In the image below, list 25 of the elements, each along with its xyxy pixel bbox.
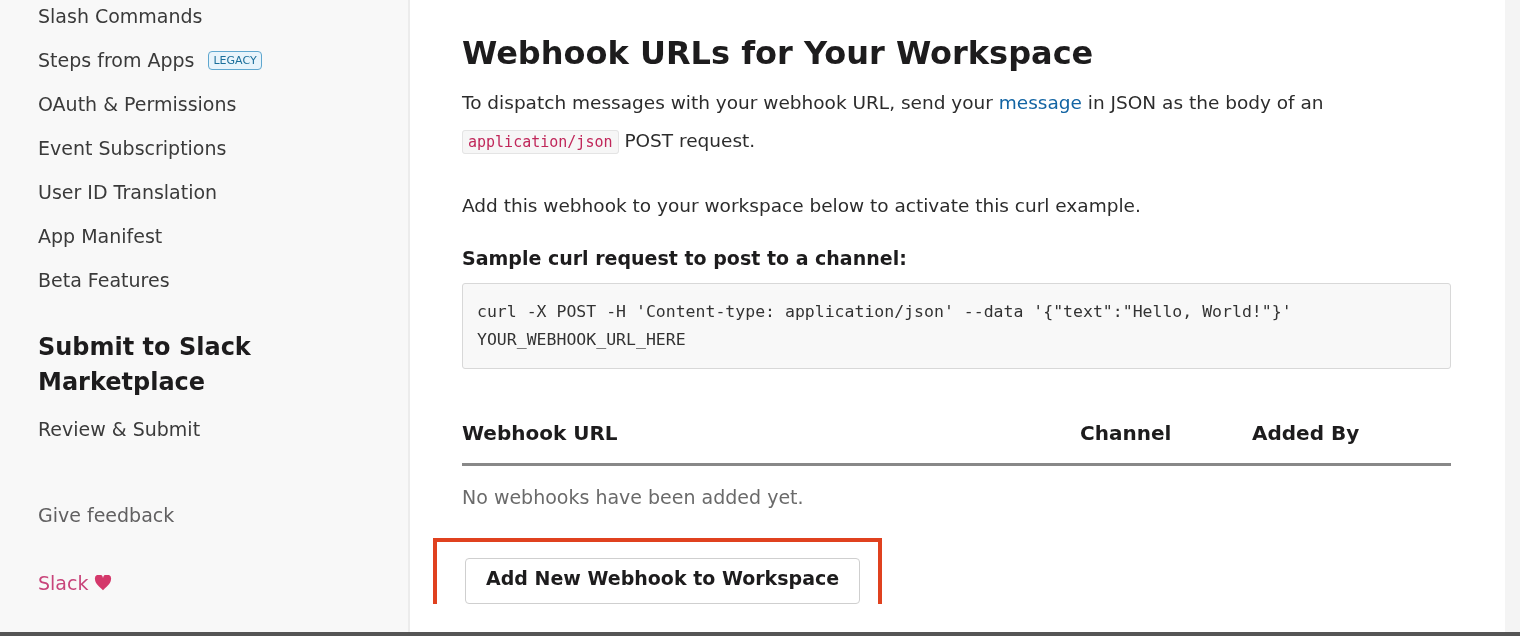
column-header: Added By (1252, 421, 1360, 445)
sidebar-item[interactable]: Slash Commands (38, 5, 203, 27)
feedback-link[interactable]: Give feedback (38, 504, 408, 526)
intro-paragraph: To dispatch messages with your webhook URL, send your message in JSON as the body of an application/json POST request. (462, 84, 1437, 161)
sidebar-item[interactable]: App Manifest (38, 225, 163, 247)
note-text: Add this webhook to your workspace below to activate this curl example. (462, 194, 1142, 218)
section-title: Submit to Slack Marketplace (38, 332, 252, 398)
sidebar-item[interactable]: Steps from Apps (38, 49, 195, 71)
sidebar-item[interactable]: Review & Submit (38, 418, 408, 440)
empty-message: No webhooks have been added yet. (462, 486, 805, 508)
code-block: curl -X POST -H 'Content-type: application/json' --data '{"text":"Hello, World!"}' YOUR_WEBHOOK_URL_HERE (462, 283, 1451, 369)
column-header: Channel (1080, 421, 1173, 445)
sidebar-item[interactable]: User ID Translation (38, 181, 218, 203)
message-link[interactable]: message (998, 92, 1082, 113)
slack-link[interactable]: Slack (38, 572, 89, 594)
sidebar-item[interactable]: Beta Features (38, 269, 170, 291)
legacy-badge: LEGACY (208, 50, 262, 70)
add-webhook-button[interactable]: Add New Webhook to Workspace (465, 558, 861, 604)
sidebar-item[interactable]: OAuth & Permissions (38, 93, 237, 115)
heart-icon (94, 575, 113, 591)
sidebar-item[interactable]: Event Subscriptions (38, 137, 227, 159)
column-header: Webhook URL (462, 421, 619, 445)
sample-label: Sample curl request to post to a channel: (462, 247, 908, 269)
page-title: Webhook URLs for Your Workspace (462, 34, 1095, 72)
inline-code: application/json (462, 130, 619, 154)
